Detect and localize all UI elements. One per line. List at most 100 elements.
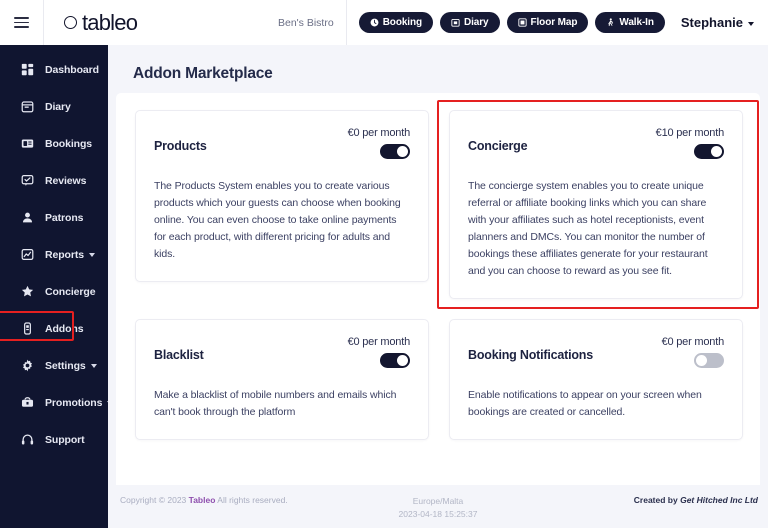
sidebar-item-label: Reviews xyxy=(45,174,87,187)
map-icon xyxy=(517,18,527,27)
brand-name: tableo xyxy=(82,9,138,35)
card-price-toggle: €0 per month xyxy=(662,336,724,373)
sidebar-item-label: Addons xyxy=(45,322,84,335)
sidebar: Dashboard Diary Bookings Reviews Patrons xyxy=(0,45,114,528)
addon-toggle-blacklist[interactable] xyxy=(380,353,410,368)
card-price-toggle: €0 per month xyxy=(348,127,410,164)
sidebar-item-dashboard[interactable]: Dashboard xyxy=(0,57,108,82)
headset-icon xyxy=(20,433,34,447)
footer-timestamp: 2023-04-18 15:25:37 xyxy=(398,508,478,519)
gear-icon xyxy=(20,359,34,373)
card-title: Concierge xyxy=(468,139,528,153)
sidebar-item-bookings[interactable]: Bookings xyxy=(0,131,108,156)
card-price: €0 per month xyxy=(347,127,411,139)
addon-card-wrapper: Booking Notifications €0 per month Enabl… xyxy=(449,319,743,440)
sidebar-item-label: Patrons xyxy=(45,211,84,224)
reviews-icon xyxy=(20,174,34,188)
venue-name: Ben's Bistro xyxy=(278,0,347,45)
sidebar-item-settings[interactable]: Settings xyxy=(0,353,108,378)
sidebar-item-label: Dashboard xyxy=(45,63,99,76)
card-price: €10 per month xyxy=(655,127,725,139)
toggle-knob xyxy=(711,146,722,157)
clock-icon xyxy=(370,18,379,27)
addon-card-grid: Products €0 per month The Products Syste… xyxy=(135,100,759,440)
page-title: Addon Marketplace xyxy=(133,65,273,82)
walk-in-label: Walk-In xyxy=(619,17,654,28)
dashboard-icon xyxy=(20,63,34,77)
addon-card-booking-notifications[interactable]: Booking Notifications €0 per month Enabl… xyxy=(449,319,743,440)
card-title: Blacklist xyxy=(154,348,204,362)
card-header: Products €0 per month xyxy=(154,127,410,164)
addon-toggle-booking-notifications[interactable] xyxy=(694,353,724,368)
sidebar-item-label: Concierge xyxy=(45,285,96,298)
addons-icon xyxy=(20,322,34,336)
sidebar-item-label: Bookings xyxy=(45,137,93,150)
card-title: Booking Notifications xyxy=(468,348,593,362)
star-icon xyxy=(20,285,34,299)
sidebar-item-label: Support xyxy=(45,433,85,446)
sidebar-item-reports[interactable]: Reports xyxy=(0,242,108,267)
toggle-knob xyxy=(696,355,707,366)
card-price: €0 per month xyxy=(661,336,725,348)
addon-card-wrapper: Blacklist €0 per month Make a blacklist … xyxy=(135,319,429,440)
addon-toggle-concierge[interactable] xyxy=(694,144,724,159)
addon-toggle-products[interactable] xyxy=(380,144,410,159)
addon-card-wrapper: Products €0 per month The Products Syste… xyxy=(135,110,429,299)
user-menu[interactable]: Stephanie xyxy=(681,15,754,30)
floor-map-label: Floor Map xyxy=(530,17,578,28)
sidebar-item-promotions[interactable]: Promotions xyxy=(0,390,114,415)
sidebar-item-addons[interactable]: Addons xyxy=(0,311,108,341)
toggle-knob xyxy=(397,146,408,157)
sidebar-item-label: Promotions xyxy=(45,396,103,409)
card-header: Concierge €10 per month xyxy=(468,127,724,164)
card-description: Make a blacklist of mobile numbers and e… xyxy=(154,389,397,418)
main-content: Addon Marketplace Products €0 per month … xyxy=(108,45,768,528)
addon-card-products[interactable]: Products €0 per month The Products Syste… xyxy=(135,110,429,282)
bookings-icon xyxy=(20,137,34,151)
top-bar: tableo Ben's Bistro Booking Diary Floor … xyxy=(0,0,768,45)
card-header: Blacklist €0 per month xyxy=(154,336,410,373)
sidebar-item-label: Reports xyxy=(45,248,84,261)
footer: Copyright © 2023 Tableo All rights reser… xyxy=(108,485,768,528)
addon-card-concierge[interactable]: Concierge €10 per month The concierge sy… xyxy=(449,110,743,299)
sidebar-item-support[interactable]: Support xyxy=(0,427,108,452)
user-name: Stephanie xyxy=(680,15,743,30)
diary-button[interactable]: Diary xyxy=(439,12,500,33)
booking-label: Booking xyxy=(382,17,422,28)
walking-icon xyxy=(606,18,615,27)
card-description: The concierge system enables you to crea… xyxy=(468,180,708,277)
circle-icon xyxy=(64,16,77,29)
chevron-down-icon xyxy=(88,253,95,257)
diary-label: Diary xyxy=(463,17,489,28)
sidebar-item-reviews[interactable]: Reviews xyxy=(0,168,108,193)
card-price-toggle: €0 per month xyxy=(348,336,410,373)
hamburger-bars xyxy=(14,14,29,31)
footer-time-block: Europe/Malta 2023-04-18 15:25:37 xyxy=(108,495,768,521)
sidebar-item-concierge[interactable]: Concierge xyxy=(0,279,108,304)
card-description: The Products System enables you to creat… xyxy=(154,180,401,260)
footer-timezone: Europe/Malta xyxy=(412,496,464,506)
card-header: Booking Notifications €0 per month xyxy=(468,336,724,373)
walk-in-button[interactable]: Walk-In xyxy=(595,12,665,33)
booking-button[interactable]: Booking xyxy=(358,12,433,33)
card-price-toggle: €10 per month xyxy=(656,127,724,164)
brand-logo[interactable]: tableo xyxy=(64,9,138,36)
sidebar-item-label: Diary xyxy=(45,100,71,113)
sidebar-item-label: Settings xyxy=(45,359,86,372)
addon-card-wrapper-highlighted: Concierge €10 per month The concierge sy… xyxy=(437,100,759,309)
floor-map-button[interactable]: Floor Map xyxy=(506,12,589,33)
promotions-icon xyxy=(20,396,34,410)
chevron-down-icon xyxy=(748,21,754,26)
top-bar-right: Ben's Bistro Booking Diary Floor Map Wal… xyxy=(278,0,768,45)
calendar-icon xyxy=(20,100,34,114)
sidebar-item-patrons[interactable]: Patrons xyxy=(0,205,108,230)
chevron-down-icon xyxy=(90,364,97,368)
toggle-knob xyxy=(397,355,408,366)
card-price: €0 per month xyxy=(347,336,411,348)
sidebar-item-diary[interactable]: Diary xyxy=(0,94,108,119)
patrons-icon xyxy=(20,211,34,225)
hamburger-icon[interactable] xyxy=(0,0,44,45)
card-description: Enable notifications to appear on your s… xyxy=(468,389,702,418)
addon-card-blacklist[interactable]: Blacklist €0 per month Make a blacklist … xyxy=(135,319,429,440)
marketplace-panel: Products €0 per month The Products Syste… xyxy=(116,93,760,510)
